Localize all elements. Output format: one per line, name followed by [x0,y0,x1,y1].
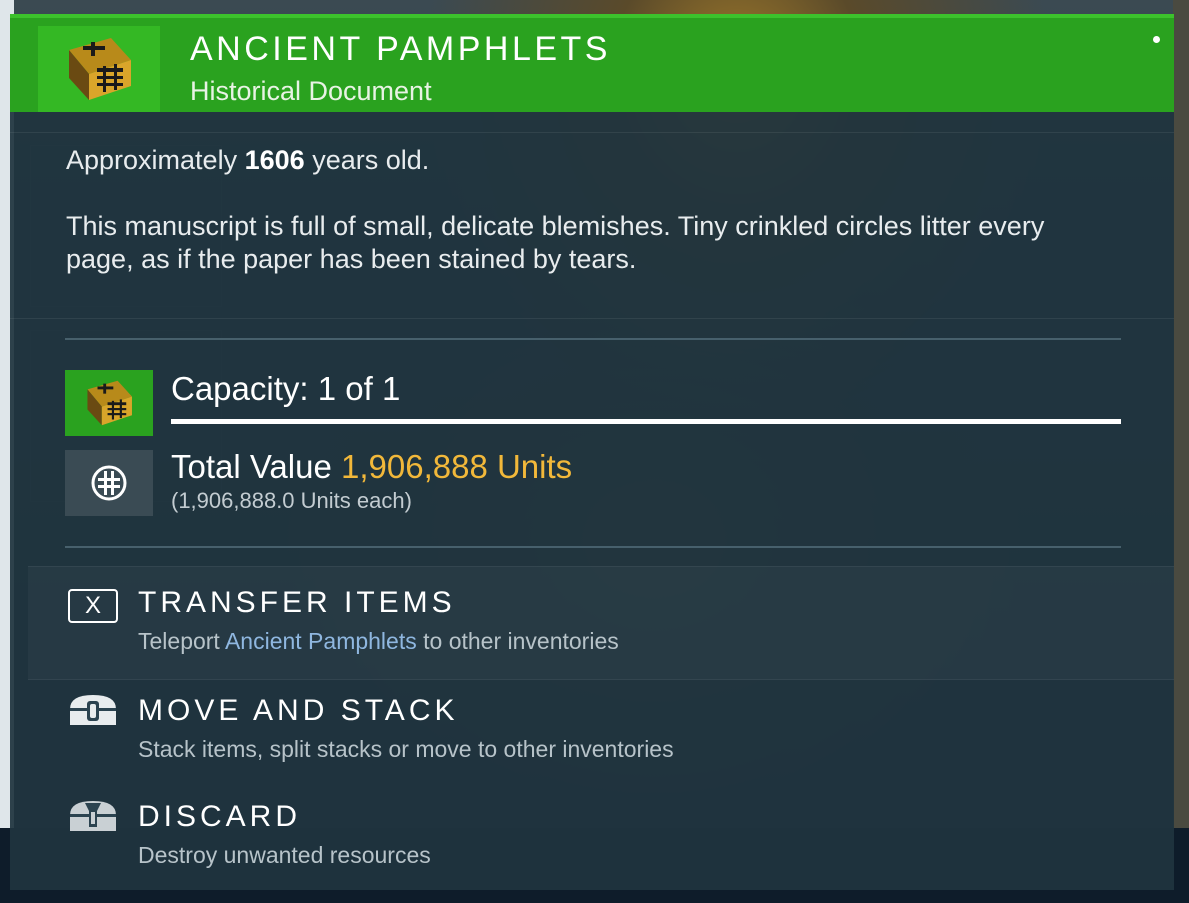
move-and-stack-subtitle: Stack items, split stacks or move to oth… [138,736,674,762]
item-subtitle: Historical Document [190,76,432,106]
divider [65,338,1121,340]
item-age: Approximately 1606 years old. [66,144,429,177]
transfer-items-title: TRANSFER ITEMS [138,586,456,619]
move-and-stack-title: MOVE AND STACK [138,694,459,727]
item-description: This manuscript is full of small, delica… [66,211,1045,274]
ancient-pamphlets-icon [38,26,160,112]
background-right-edge [1173,0,1189,903]
transfer-items-row[interactable] [28,566,1174,680]
age-prefix: Approximately [66,145,238,175]
x-key-icon: X [65,586,121,626]
item-header: ANCIENT PAMPHLETS Historical Document [10,14,1174,112]
discard-title: DISCARD [138,800,302,833]
value-each: (1,906,888.0 Units each) [171,488,412,513]
age-value: 1606 [244,145,305,175]
discard-subtitle: Destroy unwanted resources [138,842,431,868]
total-value: Total Value 1,906,888 Units [171,448,572,486]
transfer-items-subtitle: Teleport Ancient Pamphlets to other inve… [138,628,619,655]
item-detail-panel: ANCIENT PAMPHLETS Historical Document Ap… [10,14,1174,890]
transfer-sub-suffix: to other inventories [423,628,619,654]
discard-icon [65,796,121,836]
age-suffix: years old. [312,145,430,175]
ancient-pamphlets-icon [65,370,153,436]
capacity-label: Capacity: 1 of 1 [171,370,401,407]
divider [65,546,1121,548]
separator [10,318,1174,319]
move-stack-icon [65,690,121,730]
transfer-sub-prefix: Teleport [138,628,220,654]
total-value-amount: 1,906,888 Units [341,448,573,485]
item-title: ANCIENT PAMPHLETS [190,30,611,68]
x-key-label: X [68,589,118,623]
transfer-sub-item: Ancient Pamphlets [224,628,417,654]
separator [10,132,1174,133]
total-value-label: Total Value [171,448,332,485]
capacity-bar [171,419,1121,424]
indicator-dot [1153,36,1160,43]
units-currency-icon [65,450,153,516]
